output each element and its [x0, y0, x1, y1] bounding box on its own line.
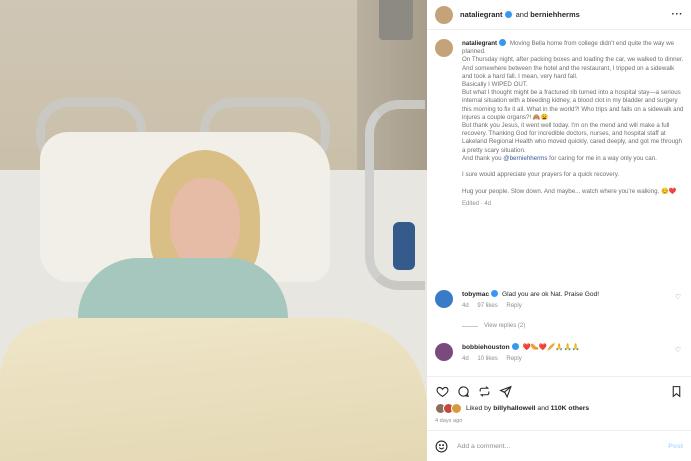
and-text: and	[515, 10, 529, 19]
post-photo[interactable]	[0, 0, 427, 461]
verified-icon	[511, 343, 519, 350]
collab-username[interactable]: berniehherms	[530, 10, 580, 19]
comment-item: tobymac Glad you are ok Nat. Praise God!…	[435, 290, 685, 311]
comment-username[interactable]: tobymac	[462, 291, 489, 298]
caption-line: I sure would appreciate your prayers for…	[462, 171, 620, 179]
comments-scroll[interactable]: nataliegrant Moving Bella home from coll…	[427, 31, 691, 369]
comment-meta: 4d 97 likes Reply	[462, 302, 685, 311]
comment-bubble-icon[interactable]	[456, 385, 470, 399]
bookmark-icon[interactable]	[669, 385, 683, 399]
post-button[interactable]: Post	[668, 443, 683, 450]
verified-icon	[499, 39, 507, 46]
comment-likes[interactable]: 10 likes	[477, 356, 497, 362]
caption-line: On Thursday night, after packing boxes a…	[462, 56, 684, 80]
caption-line: And thank you	[462, 154, 502, 162]
comment-time: 4d	[462, 303, 469, 309]
face	[170, 178, 240, 270]
verified-icon	[491, 290, 499, 297]
author-username[interactable]: nataliegrant	[460, 10, 503, 19]
caption-line: for caring for me in a way only you can.	[549, 154, 657, 162]
comment-meta: 4d 10 likes Reply	[462, 355, 685, 364]
caption-line: Basically I WIPED OUT.	[462, 81, 528, 89]
divider	[462, 325, 478, 327]
avatar[interactable]	[435, 343, 453, 361]
caption-username[interactable]: nataliegrant	[462, 40, 497, 47]
liked-by-user[interactable]: billyhallowell	[493, 405, 535, 412]
post-time: 4 days ago	[435, 418, 463, 424]
repost-icon[interactable]	[477, 385, 491, 399]
post-author-line: nataliegrant and berniehherms	[460, 10, 580, 19]
verified-icon	[504, 11, 512, 18]
view-replies-label: View replies (2)	[484, 323, 526, 329]
caption-line: Hug your people. Slow down. And maybe...…	[462, 187, 677, 195]
avatar[interactable]	[435, 39, 453, 57]
liked-by-prefix: Liked by	[466, 405, 492, 412]
reply-button[interactable]: Reply	[506, 356, 521, 362]
wall-panel	[379, 0, 413, 40]
comment-text: Glad you are ok Nat. Praise God!	[501, 291, 600, 298]
more-dots-icon[interactable]: ···	[672, 9, 684, 20]
like-heart-icon[interactable]	[435, 385, 449, 399]
caption-text: nataliegrant Moving Bella home from coll…	[462, 39, 685, 208]
avatar	[451, 403, 462, 414]
comment-username[interactable]: bobbiehouston	[462, 344, 510, 351]
mention-link[interactable]: @berniehherms	[503, 155, 547, 162]
comment-likes[interactable]: 97 likes	[477, 303, 497, 309]
action-bar	[427, 376, 691, 400]
post-header: nataliegrant and berniehherms ···	[427, 0, 691, 30]
avatar[interactable]	[435, 5, 453, 24]
comment-composer: Post	[427, 430, 691, 461]
share-send-icon[interactable]	[498, 385, 512, 399]
liked-by-others[interactable]: 110K others	[551, 405, 590, 412]
liked-by-and: and	[537, 405, 549, 412]
comment-like-icon[interactable]: ♡	[675, 346, 681, 354]
view-replies-button[interactable]: View replies (2)	[462, 323, 525, 329]
likes-summary: Liked by billyhallowell and 110K others	[435, 403, 589, 414]
comment-text: ❤️🌭❤️🥖🙏🙏🙏	[522, 344, 580, 351]
comment-like-icon[interactable]: ♡	[675, 293, 681, 301]
comment-body: bobbiehouston ❤️🌭❤️🥖🙏🙏🙏 4d 10 likes Repl…	[462, 343, 685, 364]
liker-avatars	[435, 403, 462, 414]
blanket	[0, 318, 427, 461]
comment-input[interactable]	[457, 442, 663, 450]
emoji-smile-icon[interactable]	[435, 440, 448, 453]
comment-body: tobymac Glad you are ok Nat. Praise God!…	[462, 290, 685, 311]
caption-meta: Edited · 4d	[462, 200, 492, 207]
avatar[interactable]	[435, 290, 453, 308]
caption-line: But what I thought might be a fractured …	[462, 89, 684, 121]
bed-control-pad	[393, 222, 415, 270]
comment-item: bobbiehouston ❤️🌭❤️🥖🙏🙏🙏 4d 10 likes Repl…	[435, 343, 685, 364]
reply-button[interactable]: Reply	[506, 303, 521, 309]
caption-line: But thank you Jesus, it went well today.…	[462, 122, 682, 154]
post-sidebar: nataliegrant and berniehherms ··· natali…	[427, 0, 691, 461]
caption: nataliegrant Moving Bella home from coll…	[435, 39, 685, 208]
comment-time: 4d	[462, 356, 469, 362]
